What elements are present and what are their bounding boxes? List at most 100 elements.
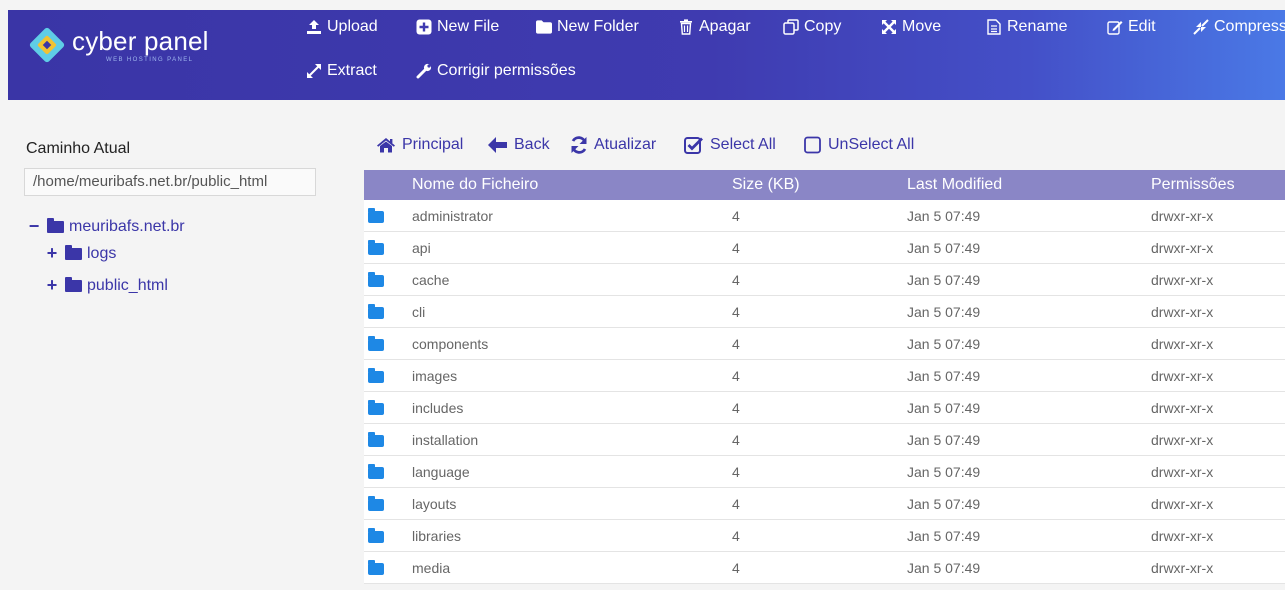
compress-label: Compress xyxy=(1214,18,1285,35)
file-name[interactable]: media xyxy=(412,560,450,576)
folder-icon xyxy=(368,400,384,415)
file-permissions[interactable]: drwxr-xr-x xyxy=(1151,336,1213,352)
upload-button[interactable]: Upload xyxy=(306,18,378,36)
file-name[interactable]: cli xyxy=(412,304,425,320)
move-button[interactable]: Move xyxy=(881,18,941,36)
file-size: 4 xyxy=(732,432,740,448)
rename-button[interactable]: Rename xyxy=(986,18,1067,36)
home-button[interactable]: Principal xyxy=(376,136,463,154)
unselect-all-button[interactable]: UnSelect All xyxy=(804,136,914,154)
table-row[interactable]: cache 4 Jan 5 07:49 drwxr-xr-x xyxy=(364,264,1285,296)
file-modified: Jan 5 07:49 xyxy=(907,304,981,320)
file-name[interactable]: cache xyxy=(412,272,449,288)
copy-button[interactable]: Copy xyxy=(783,18,841,36)
file-size: 4 xyxy=(732,336,740,352)
column-header-name[interactable]: Nome do Ficheiro xyxy=(412,176,538,194)
file-name[interactable]: language xyxy=(412,464,470,480)
folder-icon xyxy=(47,217,64,233)
file-name[interactable]: api xyxy=(412,240,431,256)
file-size: 4 xyxy=(732,464,740,480)
file-permissions[interactable]: drwxr-xr-x xyxy=(1151,528,1213,544)
file-name[interactable]: components xyxy=(412,336,488,352)
file-name[interactable]: layouts xyxy=(412,496,456,512)
refresh-button[interactable]: Atualizar xyxy=(570,136,656,154)
folder-icon xyxy=(368,240,384,255)
home-icon xyxy=(376,137,396,153)
move-label: Move xyxy=(902,18,942,35)
file-size: 4 xyxy=(732,400,740,416)
column-header-permissions[interactable]: Permissões xyxy=(1151,176,1235,194)
arrow-left-icon xyxy=(488,137,508,153)
file-permissions[interactable]: drwxr-xr-x xyxy=(1151,272,1213,288)
upload-label: Upload xyxy=(327,18,378,35)
file-modified: Jan 5 07:49 xyxy=(907,240,981,256)
table-row[interactable]: administrator 4 Jan 5 07:49 drwxr-xr-x xyxy=(364,200,1285,232)
file-permissions[interactable]: drwxr-xr-x xyxy=(1151,208,1213,224)
table-row[interactable]: installation 4 Jan 5 07:49 drwxr-xr-x xyxy=(364,424,1285,456)
file-permissions[interactable]: drwxr-xr-x xyxy=(1151,240,1213,256)
file-modified: Jan 5 07:49 xyxy=(907,528,981,544)
new-folder-button[interactable]: New Folder xyxy=(536,18,639,36)
extract-button[interactable]: Extract xyxy=(306,62,377,80)
table-row[interactable]: media 4 Jan 5 07:49 drwxr-xr-x xyxy=(364,552,1285,584)
wrench-icon xyxy=(416,63,432,79)
folder-icon xyxy=(368,208,384,223)
folder-icon xyxy=(368,304,384,319)
file-name[interactable]: administrator xyxy=(412,208,493,224)
file-permissions[interactable]: drwxr-xr-x xyxy=(1151,560,1213,576)
table-row[interactable]: components 4 Jan 5 07:49 drwxr-xr-x xyxy=(364,328,1285,360)
file-size: 4 xyxy=(732,496,740,512)
file-table: Nome do Ficheiro Size (KB) Last Modified… xyxy=(364,170,1285,584)
tree-item-label: logs xyxy=(87,244,117,262)
table-row[interactable]: cli 4 Jan 5 07:49 drwxr-xr-x xyxy=(364,296,1285,328)
file-permissions[interactable]: drwxr-xr-x xyxy=(1151,368,1213,384)
expand-icon[interactable]: + xyxy=(44,243,60,264)
compress-button[interactable]: Compress xyxy=(1193,18,1285,36)
file-browser: Principal Back Atualizar Select All UnSe… xyxy=(336,100,1285,590)
new-folder-label: New Folder xyxy=(557,18,639,35)
edit-button[interactable]: Edit xyxy=(1107,18,1156,36)
tree-item-logs[interactable]: + logs xyxy=(44,243,117,264)
expand-icon[interactable]: + xyxy=(44,275,60,296)
file-name[interactable]: includes xyxy=(412,400,463,416)
table-row[interactable]: api 4 Jan 5 07:49 drwxr-xr-x xyxy=(364,232,1285,264)
cyberpanel-logo[interactable]: cyber panel WEB HOSTING PANEL xyxy=(28,26,209,64)
file-modified: Jan 5 07:49 xyxy=(907,368,981,384)
file-modified: Jan 5 07:49 xyxy=(907,464,981,480)
logo-icon xyxy=(28,26,66,64)
delete-button[interactable]: Apagar xyxy=(678,18,751,36)
current-path-field[interactable]: /home/meuribafs.net.br/public_html xyxy=(24,168,316,196)
table-row[interactable]: libraries 4 Jan 5 07:49 drwxr-xr-x xyxy=(364,520,1285,552)
select-all-button[interactable]: Select All xyxy=(684,136,776,154)
table-row[interactable]: includes 4 Jan 5 07:49 drwxr-xr-x xyxy=(364,392,1285,424)
file-permissions[interactable]: drwxr-xr-x xyxy=(1151,496,1213,512)
table-row[interactable]: layouts 4 Jan 5 07:49 drwxr-xr-x xyxy=(364,488,1285,520)
folder-icon xyxy=(368,368,384,383)
column-header-modified[interactable]: Last Modified xyxy=(907,176,1002,194)
file-name[interactable]: libraries xyxy=(412,528,461,544)
edit-icon xyxy=(1107,19,1123,35)
copy-label: Copy xyxy=(804,18,842,35)
collapse-icon[interactable]: − xyxy=(26,216,42,237)
folder-icon xyxy=(368,272,384,287)
upload-icon xyxy=(306,19,322,35)
column-header-size[interactable]: Size (KB) xyxy=(732,176,800,194)
table-header: Nome do Ficheiro Size (KB) Last Modified… xyxy=(364,170,1285,200)
file-permissions[interactable]: drwxr-xr-x xyxy=(1151,304,1213,320)
file-modified: Jan 5 07:49 xyxy=(907,560,981,576)
file-name[interactable]: images xyxy=(412,368,457,384)
arrows-expand-icon xyxy=(881,19,897,35)
folder-icon xyxy=(536,19,552,35)
file-permissions[interactable]: drwxr-xr-x xyxy=(1151,464,1213,480)
file-permissions[interactable]: drwxr-xr-x xyxy=(1151,432,1213,448)
fix-permissions-button[interactable]: Corrigir permissões xyxy=(416,62,576,80)
folder-icon xyxy=(368,560,384,575)
table-row[interactable]: images 4 Jan 5 07:49 drwxr-xr-x xyxy=(364,360,1285,392)
new-file-button[interactable]: New File xyxy=(416,18,499,36)
file-permissions[interactable]: drwxr-xr-x xyxy=(1151,400,1213,416)
table-row[interactable]: language 4 Jan 5 07:49 drwxr-xr-x xyxy=(364,456,1285,488)
file-name[interactable]: installation xyxy=(412,432,478,448)
tree-item-public-html[interactable]: + public_html xyxy=(44,275,168,296)
tree-item-root[interactable]: − meuribafs.net.br xyxy=(26,216,185,237)
back-button[interactable]: Back xyxy=(488,136,550,154)
